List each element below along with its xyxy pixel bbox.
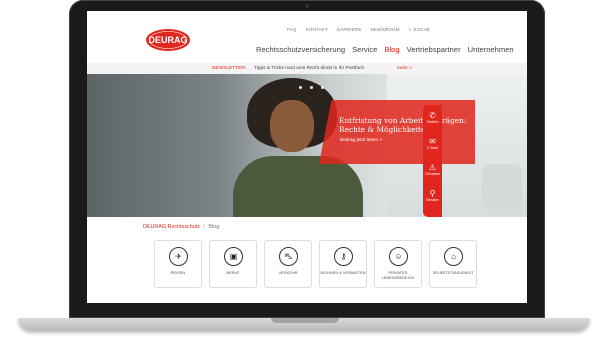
family-icon: ☺ xyxy=(389,247,408,266)
carousel-dot[interactable] xyxy=(310,86,313,89)
laptop-base xyxy=(18,318,590,331)
nav-unternehmen[interactable]: Unternehmen xyxy=(468,45,514,54)
breadcrumb-separator: / xyxy=(203,224,205,230)
nav-vertriebspartner[interactable]: Vertriebspartner xyxy=(407,45,461,54)
newsletter-bar: NEWSLETTER: Tipps & Tricks rund ums Rech… xyxy=(87,63,527,74)
hero-person-body xyxy=(233,156,363,217)
warning-icon: ⚠ xyxy=(428,163,437,172)
category-label: PRIVATER LEBENSBEREICH xyxy=(381,270,415,280)
breadcrumb-root[interactable]: DEURAG Rechtsschutz xyxy=(143,224,200,230)
top-nav-faq[interactable]: FAQ xyxy=(287,27,297,32)
sidebar-telefon[interactable]: ✆ Telefon xyxy=(423,111,442,124)
category-wohnen[interactable]: ⚷ WOHNEN & VERMIETEN xyxy=(319,240,367,288)
top-nav-newsroom[interactable]: NEWSROOM xyxy=(371,27,400,32)
category-tiles: ✈ REISEN ▣ BERUF ⛍ VERKEHR ⚷ WOHNEN & VE… xyxy=(154,240,477,288)
category-beruf[interactable]: ▣ BERUF xyxy=(209,240,257,288)
shop-icon: ⌂ xyxy=(444,247,463,266)
site-header: DEURAG FAQ KONTAKT KARRIERE NEWSROOM ⌕ S… xyxy=(87,11,527,63)
camera xyxy=(305,4,309,8)
sidebar-label: Berater xyxy=(426,198,439,202)
plane-icon: ✈ xyxy=(169,247,188,266)
logo-text: DEURAG xyxy=(148,35,187,45)
newsletter-label: NEWSLETTER: xyxy=(212,66,247,71)
hero-chair xyxy=(482,164,522,209)
key-icon: ⚷ xyxy=(334,247,353,266)
nav-service[interactable]: Service xyxy=(352,45,377,54)
top-nav-karriere[interactable]: KARRIERE xyxy=(337,27,362,32)
deurag-logo[interactable]: DEURAG xyxy=(145,28,191,52)
location-icon: ⚲ xyxy=(429,189,436,198)
hero-person-face xyxy=(270,100,314,152)
search-button[interactable]: ⌕ SUCHE xyxy=(409,27,431,32)
search-icon: ⌕ xyxy=(408,27,412,32)
hero-banner[interactable]: Entfristung von Arbeitsverträgen: Rechte… xyxy=(87,74,527,217)
sidebar-label: Telefon xyxy=(426,120,439,124)
sidebar-label: E-Mail xyxy=(427,146,438,150)
category-label: BERUF xyxy=(226,270,240,275)
category-label: REISEN xyxy=(170,270,186,275)
sidebar-label: Schaden xyxy=(425,172,440,176)
car-icon: ⛍ xyxy=(279,247,298,266)
nav-blog[interactable]: Blog xyxy=(384,45,399,54)
category-privat[interactable]: ☺ PRIVATER LEBENSBEREICH xyxy=(374,240,422,288)
category-label: WOHNEN & VERMIETEN xyxy=(320,270,366,275)
briefcase-icon: ▣ xyxy=(224,247,243,266)
hero-title: Entfristung von Arbeitsverträgen: Rechte… xyxy=(339,116,467,134)
category-reisen[interactable]: ✈ REISEN xyxy=(154,240,202,288)
category-verkehr[interactable]: ⛍ VERKEHR xyxy=(264,240,312,288)
carousel-dot[interactable] xyxy=(321,86,324,89)
main-nav: Rechtsschutzversicherung Service Blog Ve… xyxy=(256,45,514,54)
sidebar-schaden[interactable]: ⚠ Schaden xyxy=(423,163,442,176)
contact-sidebar: ✆ Telefon ✉ E-Mail ⚠ Schaden ⚲ Berater xyxy=(423,105,442,217)
search-label: SUCHE xyxy=(413,27,431,32)
newsletter-text[interactable]: Tipps & Tricks rund ums Recht direkt in … xyxy=(254,66,364,71)
carousel-dots xyxy=(299,86,324,89)
laptop-screen: DEURAG FAQ KONTAKT KARRIERE NEWSROOM ⌕ S… xyxy=(87,11,527,303)
sidebar-berater[interactable]: ⚲ Berater xyxy=(423,189,442,202)
mail-icon: ✉ xyxy=(429,137,436,146)
carousel-dot[interactable] xyxy=(299,86,302,89)
laptop-notch xyxy=(271,318,339,323)
top-nav: FAQ KONTAKT KARRIERE NEWSROOM ⌕ SUCHE xyxy=(287,27,430,32)
newsletter-more-link[interactable]: mehr > xyxy=(397,66,412,71)
category-label: SELBSTSTÄNDIGKEIT xyxy=(432,270,474,275)
hero-read-more-link[interactable]: Beitrag jetzt lesen > xyxy=(340,138,382,143)
top-nav-kontakt[interactable]: KONTAKT xyxy=(306,27,328,32)
category-selbststaendig[interactable]: ⌂ SELBSTSTÄNDIGKEIT xyxy=(429,240,477,288)
breadcrumb: DEURAG Rechtsschutz / Blog xyxy=(143,224,219,230)
phone-icon: ✆ xyxy=(429,111,436,120)
breadcrumb-current: Blog xyxy=(208,224,220,230)
nav-rechtsschutzversicherung[interactable]: Rechtsschutzversicherung xyxy=(256,45,345,54)
category-label: VERKEHR xyxy=(278,270,298,275)
sidebar-email[interactable]: ✉ E-Mail xyxy=(423,137,442,150)
